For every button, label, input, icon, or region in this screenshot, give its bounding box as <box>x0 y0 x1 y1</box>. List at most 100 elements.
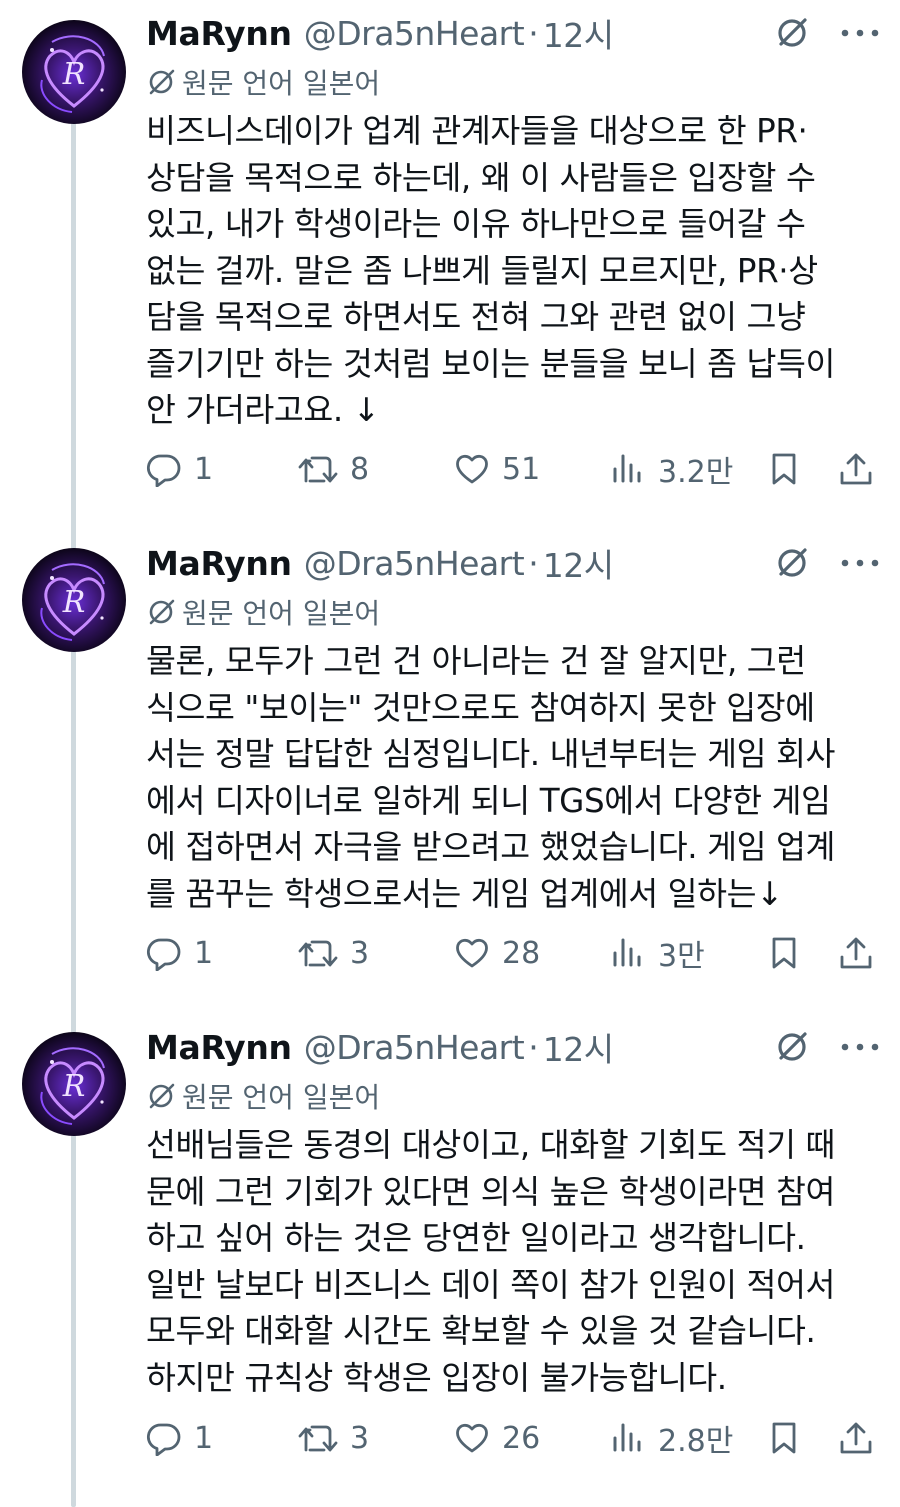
timestamp[interactable]: 12시 <box>543 539 614 587</box>
views-button[interactable]: 3만 <box>610 930 705 976</box>
user-handle[interactable]: @Dra5nHeart <box>304 14 525 53</box>
reply-count: 1 <box>194 1420 214 1456</box>
action-bar: 1 3 28 3만 <box>146 930 880 976</box>
tweet[interactable]: R MaRynn @Dra5nHeart · 12시 <box>0 1012 900 1507</box>
tweet-header: MaRynn @Dra5nHeart · 12시 <box>146 540 880 586</box>
translate-icon <box>149 599 175 625</box>
user-handle[interactable]: @Dra5nHeart <box>304 1028 525 1067</box>
header-actions <box>774 1024 880 1070</box>
reply-button[interactable]: 1 <box>146 930 213 976</box>
translation-notice[interactable]: 원문 언어 일본어 <box>146 592 380 632</box>
tweet-text-line: 에 접하면서 자극을 받으려고 했었습니다. 게임 업계 <box>146 828 836 866</box>
share-button[interactable] <box>838 1415 874 1461</box>
svg-text:R: R <box>62 585 86 620</box>
action-bar: 1 3 26 2.8만 <box>146 1415 880 1461</box>
share-icon <box>840 1422 872 1454</box>
like-button[interactable]: 51 <box>454 446 540 492</box>
tweet-text-line: 모두와 대화할 시간도 확보할 수 있을 것 같습니다. <box>146 1312 816 1350</box>
bookmark-button[interactable] <box>766 1415 802 1461</box>
repost-icon <box>298 940 338 967</box>
heart-icon <box>456 1423 488 1453</box>
share-button[interactable] <box>838 446 874 492</box>
avatar-image: R <box>22 1032 126 1136</box>
heart-icon <box>456 454 488 484</box>
views-count: 3.2만 <box>658 455 734 490</box>
reply-button[interactable]: 1 <box>146 446 213 492</box>
more-icon[interactable] <box>840 28 880 38</box>
tweet-text-line: 하고 싶어 하는 것은 당연한 일이라고 생각합니다. <box>146 1219 806 1257</box>
bookmark-button[interactable] <box>766 446 802 492</box>
tweet-text-line: 비즈니스데이가 업계 관계자들을 대상으로 한 PR· <box>146 112 808 150</box>
heart-icon <box>456 938 488 968</box>
avatar[interactable]: R <box>22 1032 126 1136</box>
tweet-text: 비즈니스데이가 업계 관계자들을 대상으로 한 PR· 상담을 목적으로 하는데,… <box>146 108 878 434</box>
timestamp[interactable]: 12시 <box>543 9 614 57</box>
like-button[interactable]: 26 <box>454 1415 540 1461</box>
tweet-text-line: 일반 날보다 비즈니스 데이 쪽이 참가 인원이 적어서 <box>146 1265 836 1304</box>
reply-icon <box>146 938 181 971</box>
reply-count: 1 <box>194 935 214 971</box>
tweet[interactable]: R MaRynn @Dra5nHeart · 12시 <box>0 0 900 532</box>
avatar-image: R <box>22 20 126 124</box>
display-name[interactable]: MaRynn <box>146 544 292 583</box>
views-icon <box>613 1423 641 1452</box>
grok-icon[interactable] <box>774 545 810 581</box>
display-name[interactable]: MaRynn <box>146 14 292 53</box>
grok-icon[interactable] <box>774 15 810 51</box>
tweet-text: 물론, 모두가 그런 건 아니라는 건 잘 알지만, 그런식으로 "보이는" 것… <box>146 638 878 917</box>
repost-count: 8 <box>350 451 370 487</box>
display-name[interactable]: MaRynn <box>146 1028 292 1067</box>
repost-button[interactable]: 8 <box>298 446 369 492</box>
translation-label: 원문 언어 일본어 <box>182 597 381 630</box>
reply-icon <box>146 454 181 487</box>
translate-icon <box>149 1083 175 1109</box>
more-icon[interactable] <box>840 558 880 568</box>
views-button[interactable]: 3.2만 <box>610 446 733 492</box>
grok-icon[interactable] <box>774 1029 810 1065</box>
tweet-text-line: 식으로 "보이는" 것만으로도 참여하지 못한 입장에 <box>146 688 815 727</box>
tweet-text-line: 안 가더라고요. ↓ <box>146 391 380 429</box>
thread-connector-line <box>71 116 76 532</box>
views-button[interactable]: 2.8만 <box>610 1415 733 1461</box>
tweet-text-line: 에서 디자이너로 일하게 되니 TGS에서 다양한 게임 <box>146 781 831 820</box>
separator-dot: · <box>528 1027 539 1067</box>
translate-icon <box>149 69 175 95</box>
reply-count: 1 <box>194 451 214 487</box>
timestamp[interactable]: 12시 <box>543 1023 614 1071</box>
repost-button[interactable]: 3 <box>298 930 369 976</box>
tweet-text-line: 물론, 모두가 그런 건 아니라는 건 잘 알지만, 그런 <box>146 642 806 680</box>
share-button[interactable] <box>838 930 874 976</box>
separator-dot: · <box>528 13 539 53</box>
bookmark-button[interactable] <box>766 930 802 976</box>
translation-notice[interactable]: 원문 언어 일본어 <box>146 1076 380 1116</box>
tweet[interactable]: R MaRynn @Dra5nHeart · 12시 <box>0 528 900 1016</box>
header-actions <box>774 540 880 586</box>
like-count: 51 <box>502 451 541 487</box>
like-count: 28 <box>502 935 541 971</box>
tweet-text-line: 없는 걸까. 말은 좀 나쁘게 들릴지 모르지만, PR·상 <box>146 251 818 290</box>
tweet-text-line: 담을 목적으로 하면서도 전혀 그와 관련 없이 그냥 <box>146 298 806 336</box>
tweet-text-line: 선배님들은 동경의 대상이고, 대화할 기회도 적기 때 <box>146 1126 836 1164</box>
translation-label: 원문 언어 일본어 <box>182 67 381 100</box>
reply-icon <box>146 1423 181 1456</box>
repost-button[interactable]: 3 <box>298 1415 369 1461</box>
share-icon <box>840 453 872 485</box>
translation-notice[interactable]: 원문 언어 일본어 <box>146 62 380 102</box>
repost-icon <box>298 456 338 483</box>
reply-button[interactable]: 1 <box>146 1415 213 1461</box>
avatar[interactable]: R <box>22 20 126 124</box>
like-button[interactable]: 28 <box>454 930 540 976</box>
share-icon <box>840 937 872 969</box>
thread-connector-line <box>71 1128 76 1507</box>
tweet-text: 선배님들은 동경의 대상이고, 대화할 기회도 적기 때 문에 그런 기회가 있다… <box>146 1122 878 1401</box>
tweet-header: MaRynn @Dra5nHeart · 12시 <box>146 10 880 56</box>
tweet-text-line: 를 꿈꾸는 학생으로서는 게임 업계에서 일하는↓ <box>146 874 783 913</box>
tweet-text-line: 하지만 규칙상 학생은 입장이 불가능합니다. <box>146 1358 727 1397</box>
views-icon <box>613 938 641 967</box>
like-count: 26 <box>502 1420 541 1456</box>
thread-connector-line <box>71 644 76 1016</box>
more-icon[interactable] <box>840 1042 880 1052</box>
header-actions <box>774 10 880 56</box>
user-handle[interactable]: @Dra5nHeart <box>304 544 525 583</box>
avatar[interactable]: R <box>22 548 126 652</box>
